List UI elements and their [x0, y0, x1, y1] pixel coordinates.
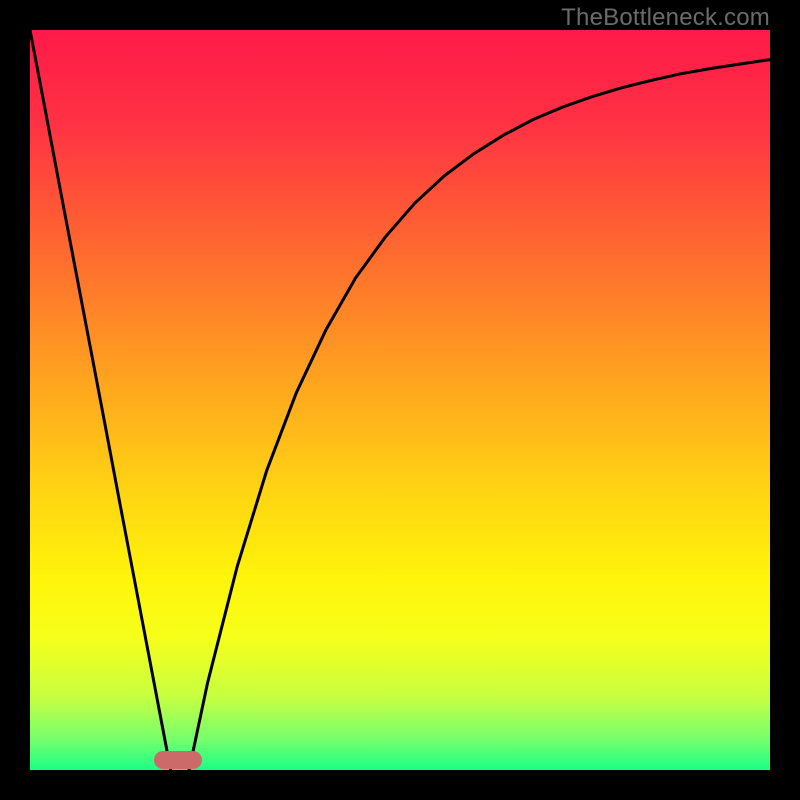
curve-right-segment — [189, 60, 770, 770]
watermark-text: TheBottleneck.com — [561, 4, 770, 32]
bottleneck-curve — [30, 30, 770, 770]
highlight-marker — [154, 751, 202, 769]
curve-left-segment — [30, 30, 171, 770]
plot-area — [30, 30, 770, 770]
chart-frame: TheBottleneck.com — [0, 0, 800, 800]
